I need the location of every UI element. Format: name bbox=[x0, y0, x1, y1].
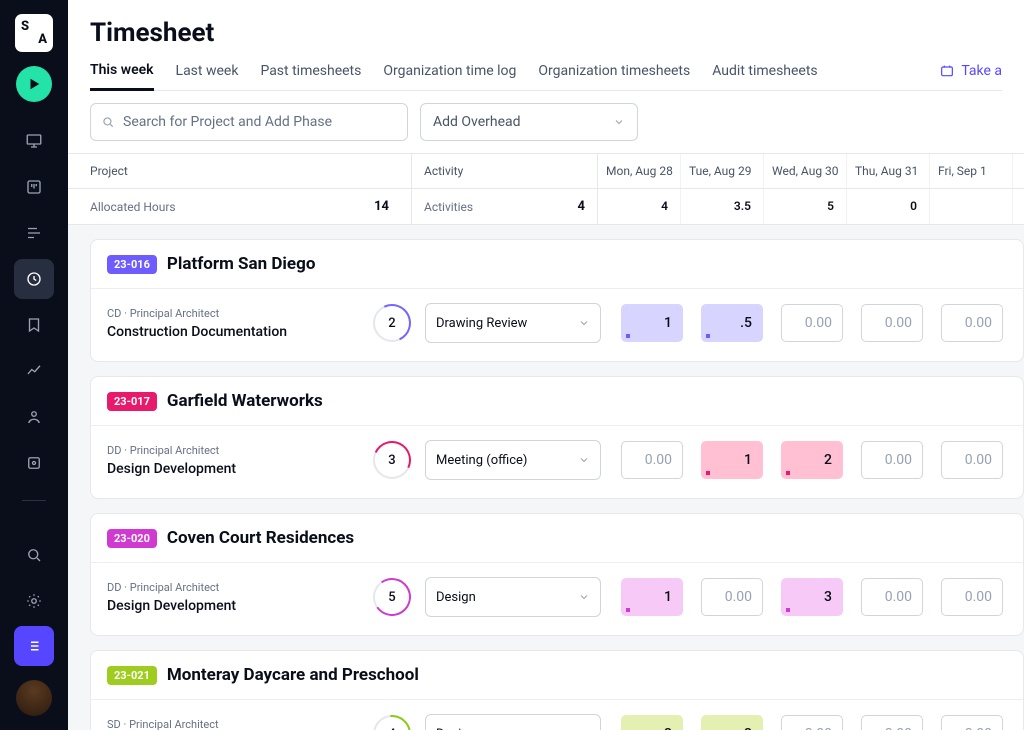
time-cell[interactable]: 0.00 bbox=[941, 304, 1003, 342]
app-logo[interactable]: SA bbox=[15, 14, 53, 52]
project-card: 23-021 Monteray Daycare and Preschool SD ·… bbox=[90, 650, 1024, 730]
project-name: Platform San Diego bbox=[167, 254, 316, 274]
phase-meta: SD · Principal Architect bbox=[107, 718, 367, 730]
phase-meta: DD · Principal Architect bbox=[107, 444, 367, 457]
user-icon[interactable] bbox=[14, 397, 54, 437]
hours-ring: 5 bbox=[373, 578, 411, 616]
phase-meta: CD · Principal Architect bbox=[107, 307, 367, 320]
time-cell[interactable]: 0.00 bbox=[941, 578, 1003, 616]
tab-last-week[interactable]: Last week bbox=[176, 63, 239, 89]
search-icon[interactable] bbox=[14, 535, 54, 575]
time-cell[interactable]: 0.00 bbox=[941, 715, 1003, 730]
hours-ring: 2 bbox=[373, 304, 411, 342]
chart-line-icon[interactable] bbox=[14, 351, 54, 391]
project-code-badge: 23-020 bbox=[107, 529, 157, 548]
tab-past-timesheets[interactable]: Past timesheets bbox=[260, 63, 361, 89]
tab-organization-time-log[interactable]: Organization time log bbox=[383, 63, 516, 89]
time-cell[interactable]: 2 bbox=[781, 441, 843, 479]
project-card: 23-020 Coven Court Residences DD · Princip… bbox=[90, 513, 1024, 636]
activity-select[interactable]: Meeting (office) bbox=[425, 440, 601, 480]
time-cell[interactable]: 0.00 bbox=[941, 441, 1003, 479]
phase-name: Design Development bbox=[107, 461, 367, 477]
time-cell[interactable]: 0.00 bbox=[861, 304, 923, 342]
gear-icon[interactable] bbox=[14, 581, 54, 621]
tab-this-week[interactable]: This week bbox=[90, 62, 154, 91]
take-tour-button[interactable]: Take a bbox=[939, 63, 1002, 89]
project-card: 23-017 Garfield Waterworks DD · Principal … bbox=[90, 376, 1024, 499]
search-input[interactable]: Search for Project and Add Phase bbox=[90, 103, 408, 141]
phase-name: Construction Documentation bbox=[107, 324, 367, 340]
phase-meta: DD · Principal Architect bbox=[107, 581, 367, 594]
page-title: Timesheet bbox=[90, 18, 1002, 48]
activity-select[interactable]: Drawing Review bbox=[425, 303, 601, 343]
totals-row: Allocated Hours14 Activities4 43.550 bbox=[68, 189, 1024, 225]
time-cell[interactable]: 0.00 bbox=[621, 441, 683, 479]
hours-ring: 3 bbox=[373, 441, 411, 479]
tab-organization-timesheets[interactable]: Organization timesheets bbox=[538, 63, 690, 89]
tabs: This week Last week Past timesheets Organiz… bbox=[90, 62, 1002, 91]
play-button[interactable] bbox=[16, 66, 52, 102]
time-cell[interactable]: 0.00 bbox=[861, 441, 923, 479]
project-name: Monteray Daycare and Preschool bbox=[167, 665, 419, 685]
activity-select[interactable]: Design bbox=[425, 577, 601, 617]
time-cell[interactable]: 1 bbox=[621, 578, 683, 616]
time-cell[interactable]: 0.00 bbox=[861, 715, 923, 730]
time-cell[interactable]: 0.00 bbox=[701, 578, 763, 616]
time-cell[interactable]: 2 bbox=[621, 715, 683, 730]
avatar[interactable] bbox=[16, 680, 52, 716]
time-cell[interactable]: 0.00 bbox=[781, 304, 843, 342]
project-code-badge: 23-017 bbox=[107, 392, 157, 411]
board-icon[interactable] bbox=[14, 167, 54, 207]
grid-header: Project Activity Mon, Aug 28Tue, Aug 29W… bbox=[68, 153, 1024, 189]
time-cell[interactable]: 2 bbox=[701, 715, 763, 730]
time-cell[interactable]: 0.00 bbox=[781, 715, 843, 730]
monitor-icon[interactable] bbox=[14, 121, 54, 161]
time-cell[interactable]: .5 bbox=[701, 304, 763, 342]
target-icon[interactable] bbox=[14, 443, 54, 483]
sidebar: SA bbox=[0, 0, 68, 730]
time-cell[interactable]: 3 bbox=[781, 578, 843, 616]
time-cell[interactable]: 1 bbox=[701, 441, 763, 479]
tab-audit-timesheets[interactable]: Audit timesheets bbox=[712, 63, 817, 89]
project-code-badge: 23-016 bbox=[107, 255, 157, 274]
hours-ring: 4 bbox=[373, 715, 411, 730]
chevron-down-icon bbox=[613, 116, 625, 128]
project-name: Coven Court Residences bbox=[167, 528, 354, 548]
time-cell[interactable]: 0.00 bbox=[861, 578, 923, 616]
search-icon bbox=[101, 115, 115, 129]
list-icon[interactable] bbox=[14, 626, 54, 666]
bookmark-icon[interactable] bbox=[14, 305, 54, 345]
phase-name: Design Development bbox=[107, 598, 367, 614]
time-cell[interactable]: 1 bbox=[621, 304, 683, 342]
add-overhead-select[interactable]: Add Overhead bbox=[420, 103, 638, 141]
align-left-icon[interactable] bbox=[14, 213, 54, 253]
project-card: 23-016 Platform San Diego CD · Principal A… bbox=[90, 239, 1024, 362]
project-name: Garfield Waterworks bbox=[167, 391, 323, 411]
clock-icon[interactable] bbox=[14, 259, 54, 299]
project-code-badge: 23-021 bbox=[107, 666, 157, 685]
activity-select[interactable]: Design bbox=[425, 714, 601, 730]
